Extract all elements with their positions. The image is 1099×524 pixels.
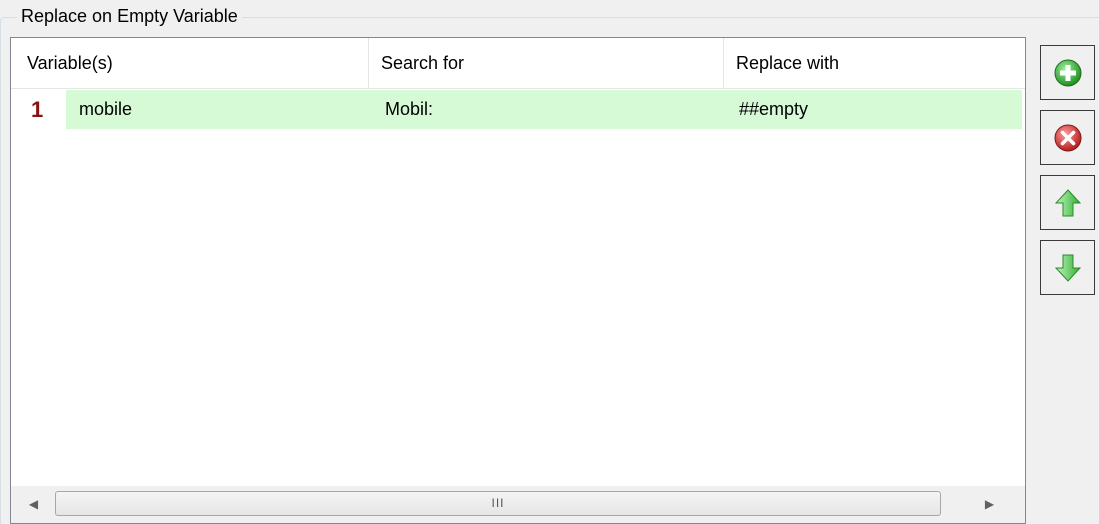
green-up-arrow-icon [1054,189,1082,217]
move-up-button[interactable] [1040,175,1095,230]
column-header-variables[interactable]: Variable(s) [21,38,369,88]
table-row[interactable]: 1 mobile Mobil: ##empty [11,90,1025,129]
row-number: 1 [31,97,44,122]
scroll-left-icon[interactable]: ◀ [15,486,52,523]
column-header-search-for[interactable]: Search for [369,38,724,88]
scrollbar-thumb[interactable]: III [55,491,941,516]
horizontal-scrollbar[interactable]: ◀ III ▶ [11,486,1025,523]
groupbox-title: Replace on Empty Variable [17,5,242,27]
red-x-circle-icon [1054,124,1082,152]
cell-variables[interactable]: mobile [79,90,132,129]
add-row-button[interactable] [1040,45,1095,100]
scroll-right-icon[interactable]: ▶ [971,486,1008,523]
cell-search-for[interactable]: Mobil: [385,90,433,129]
move-down-button[interactable] [1040,240,1095,295]
green-plus-circle-icon [1054,59,1082,87]
row-highlight [66,90,1022,129]
scrollbar-grip: III [491,496,505,510]
cell-replace-with[interactable]: ##empty [739,90,808,129]
replace-on-empty-panel: Replace on Empty Variable Variable(s) Se… [0,0,1099,524]
replace-grid[interactable]: Variable(s) Search for Replace with 1 mo… [10,37,1026,524]
column-header-replace-with[interactable]: Replace with [724,38,1025,88]
grid-header: Variable(s) Search for Replace with [11,38,1025,89]
remove-row-button[interactable] [1040,110,1095,165]
green-down-arrow-icon [1054,254,1082,282]
